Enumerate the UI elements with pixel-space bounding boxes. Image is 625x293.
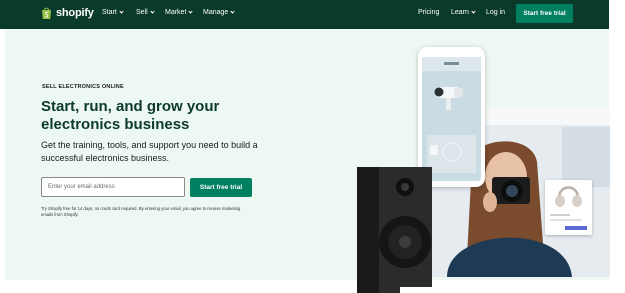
- nav-pricing[interactable]: Pricing: [418, 9, 439, 16]
- headphones-product-card: [545, 180, 592, 235]
- nav-login[interactable]: Log in: [486, 9, 505, 16]
- hero-eyebrow: SELL ELECTRONICS ONLINE: [42, 84, 124, 90]
- email-input[interactable]: Enter your email address: [41, 177, 185, 197]
- nav-sell[interactable]: Sell: [136, 9, 155, 16]
- chevron-down-icon: [188, 9, 194, 14]
- nav-market[interactable]: Market: [165, 9, 194, 16]
- nav-learn[interactable]: Learn: [451, 9, 476, 16]
- chevron-down-icon: [119, 9, 124, 14]
- chevron-down-icon: [471, 9, 476, 14]
- hero-subcopy: Get the training, tools, and support you…: [41, 140, 258, 163]
- trial-disclaimer: Try Shopify free for 14 days, no credit …: [41, 206, 241, 217]
- hero-headline: Start, run, and grow your electronics bu…: [41, 98, 220, 133]
- nav-learn-label: Learn: [451, 9, 469, 16]
- nav-start-free-trial-button[interactable]: Start free trial: [516, 4, 573, 23]
- nav-start[interactable]: Start: [102, 9, 124, 16]
- phone-mockup: [418, 47, 485, 187]
- nav-pricing-label: Pricing: [418, 9, 440, 16]
- nav-login-label: Log in: [486, 9, 506, 16]
- brand-name: shopify: [56, 7, 94, 19]
- shopify-logo[interactable]: shopify: [41, 6, 94, 20]
- hero-start-free-trial-button[interactable]: Start free trial: [190, 178, 252, 197]
- chevron-down-icon: [150, 9, 155, 14]
- nav-sell-label: Sell: [136, 9, 148, 16]
- nav-manage[interactable]: Manage: [203, 9, 235, 16]
- studio-speaker: [357, 167, 432, 293]
- nav-start-label: Start: [102, 9, 117, 16]
- phone-screen: [422, 57, 481, 181]
- page-bottom-strip: [400, 287, 610, 293]
- chevron-down-icon: [230, 9, 235, 14]
- nav-market-label: Market: [165, 9, 187, 16]
- shopping-bag-icon: [41, 6, 52, 20]
- email-placeholder: Enter your email address: [48, 184, 115, 190]
- nav-manage-label: Manage: [203, 9, 229, 16]
- top-nav: shopify Start Sell Market Manage Pricing…: [0, 0, 609, 29]
